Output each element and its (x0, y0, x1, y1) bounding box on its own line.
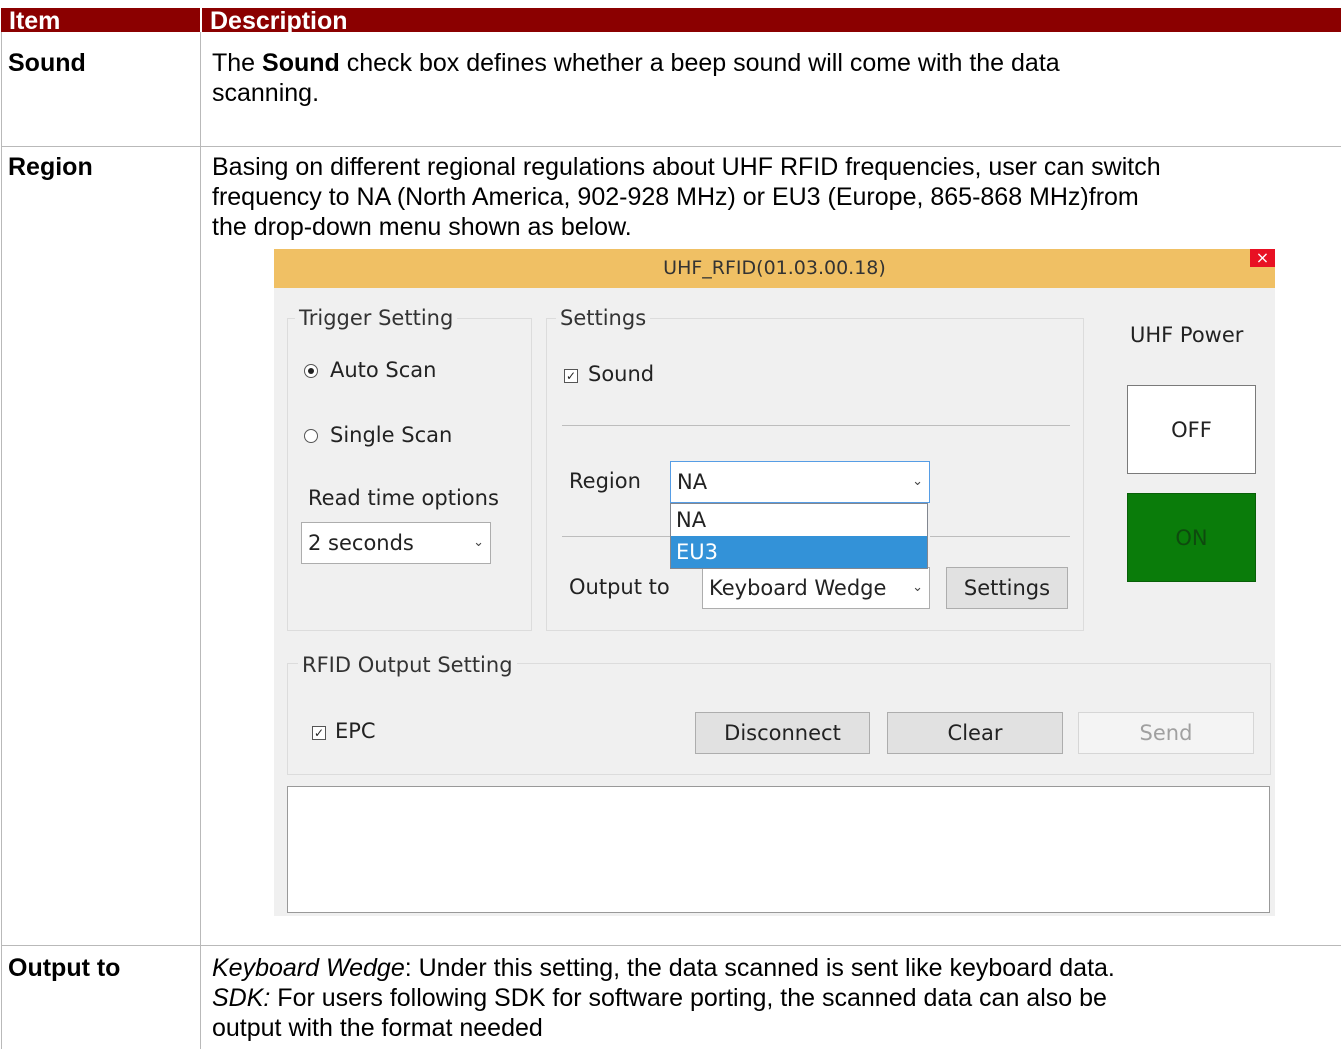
sound-label: Sound (588, 362, 655, 386)
power-on-button[interactable]: ON (1127, 493, 1256, 582)
chevron-down-icon: ⌄ (473, 535, 484, 550)
region-option-na[interactable]: NA (671, 504, 927, 536)
single-scan-label: Single Scan (330, 423, 453, 447)
auto-scan-radio[interactable] (304, 364, 318, 378)
single-scan-radio[interactable] (304, 429, 318, 443)
chevron-down-icon: ⌄ (912, 580, 923, 595)
table-header: Item Description (1, 7, 1341, 35)
rfid-output-setting-legend: RFID Output Setting (298, 652, 517, 678)
output-textbox[interactable] (287, 786, 1270, 913)
output-to-label: Output to (569, 575, 670, 599)
auto-scan-label: Auto Scan (330, 358, 437, 382)
disconnect-button[interactable]: Disconnect (695, 712, 870, 754)
row-desc-output-to: Keyboard Wedge: Under this setting, the … (212, 954, 1115, 1042)
output-to-select[interactable]: Keyboard Wedge ⌄ (702, 567, 930, 609)
chevron-down-icon: ⌄ (912, 474, 923, 489)
row-desc-region: Basing on different regional regulations… (212, 153, 1161, 241)
epc-checkbox[interactable]: ✓ (312, 726, 326, 740)
region-label: Region (569, 469, 641, 493)
uhf-rfid-window: UHF_RFID(01.03.00.18) × Trigger Setting … (274, 249, 1275, 916)
uhf-power-label: UHF Power (1130, 323, 1244, 347)
row-label-output-to: Output to (8, 954, 121, 982)
header-description: Description (210, 7, 348, 35)
read-time-label: Read time options (308, 486, 499, 510)
send-button[interactable]: Send (1078, 712, 1254, 754)
settings-button[interactable]: Settings (946, 567, 1068, 609)
region-select[interactable]: NA ⌄ (670, 461, 930, 503)
row-label-sound: Sound (8, 49, 86, 77)
trigger-setting-legend: Trigger Setting (295, 305, 458, 331)
window-title: UHF_RFID(01.03.00.18) (663, 257, 886, 279)
region-dropdown-list: NA EU3 (670, 503, 928, 569)
row-desc-sound: The Sound check box defines whether a be… (212, 49, 1060, 107)
read-time-select[interactable]: 2 seconds ⌄ (301, 522, 491, 564)
row-label-region: Region (8, 153, 93, 181)
epc-label: EPC (335, 719, 376, 743)
sound-checkbox[interactable]: ✓ (564, 369, 578, 383)
header-item: Item (9, 7, 61, 35)
power-off-button[interactable]: OFF (1127, 385, 1256, 474)
clear-button[interactable]: Clear (887, 712, 1063, 754)
close-icon[interactable]: × (1250, 249, 1275, 267)
window-titlebar: UHF_RFID(01.03.00.18) × (274, 249, 1275, 288)
region-option-eu3[interactable]: EU3 (671, 536, 927, 568)
settings-legend: Settings (556, 305, 651, 331)
